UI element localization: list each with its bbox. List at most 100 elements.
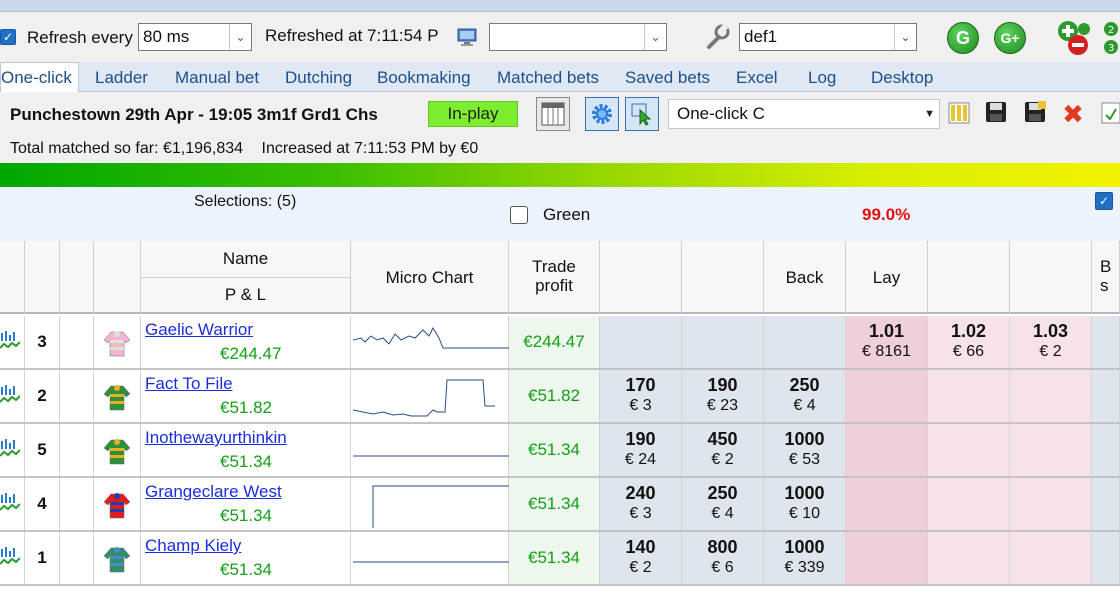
header-micro-chart[interactable]: Micro Chart [351, 241, 509, 314]
wrench-icon[interactable] [703, 23, 731, 51]
tab-excel[interactable]: Excel [736, 68, 778, 88]
chevron-down-icon[interactable]: ⌄ [644, 24, 666, 50]
green-checkbox[interactable] [510, 206, 528, 224]
back-price-cell[interactable]: 1000 € 53 [764, 424, 846, 476]
back-price-cell[interactable]: 1000 € 10 [764, 478, 846, 530]
monitor-icon[interactable] [456, 26, 478, 48]
lay-price-cell[interactable] [1010, 478, 1092, 530]
back-price-cell[interactable]: 190 € 23 [682, 370, 764, 422]
runner-row[interactable]: 1 Champ Kiely €51.34 €51.34 140 € 2 800 € 6 1000… [0, 532, 1120, 586]
lay-price-cell[interactable] [1010, 532, 1092, 584]
ladder-icon[interactable] [0, 330, 20, 354]
icon-cell[interactable] [0, 478, 25, 530]
runner-name-link[interactable]: Grangeclare West [145, 482, 282, 502]
name-cell[interactable]: Gaelic Warrior €244.47 [141, 316, 351, 368]
plus-minus-icon[interactable] [1056, 19, 1096, 57]
refresh-interval-combo[interactable]: 80 ms ⌄ [138, 23, 252, 51]
back-price-cell[interactable]: 190 € 24 [600, 424, 682, 476]
tab-log[interactable]: Log [808, 68, 836, 88]
header-lay[interactable]: Lay [846, 241, 928, 314]
ladder-icon[interactable] [0, 438, 20, 462]
runner-name-link[interactable]: Gaelic Warrior [145, 320, 253, 340]
save-add-icon[interactable] [1022, 101, 1048, 127]
columns-icon[interactable] [946, 101, 972, 127]
lay-price-cell[interactable] [846, 424, 928, 476]
chevron-down-icon[interactable]: ⌄ [229, 24, 251, 50]
back-price-cell[interactable] [600, 316, 682, 368]
profile-combo[interactable]: def1 ⌄ [739, 23, 917, 51]
header-back-3[interactable] [600, 241, 682, 314]
header-lay-2[interactable] [928, 241, 1010, 314]
back-price-cell[interactable]: 240 € 3 [600, 478, 682, 530]
back-price-cell[interactable]: 140 € 2 [600, 532, 682, 584]
back-price-cell[interactable]: 170 € 3 [600, 370, 682, 422]
lay-price-cell[interactable] [928, 424, 1010, 476]
extra-cell[interactable] [1092, 478, 1120, 530]
back-price-cell[interactable] [682, 316, 764, 368]
ladder-icon[interactable] [0, 492, 20, 516]
header-back[interactable]: Back [764, 241, 846, 314]
chevron-down-icon[interactable]: ▼ [924, 100, 935, 128]
icon-cell[interactable] [0, 370, 25, 422]
extra-cell[interactable] [1092, 424, 1120, 476]
runner-row[interactable]: 3 Gaelic Warrior €244.47 €244.47 1.01 € 8161 1… [0, 316, 1120, 370]
icon-cell[interactable] [0, 424, 25, 476]
lay-price-cell[interactable]: 1.03 € 2 [1010, 316, 1092, 368]
runner-row[interactable]: 4 Grangeclare West €51.34 €51.34 240 € 3 250 € … [0, 478, 1120, 532]
ladder-icon[interactable] [0, 384, 20, 408]
header-trade-profit[interactable]: Trade profit [509, 241, 600, 314]
extra-cell[interactable] [1092, 316, 1120, 368]
save-icon[interactable] [983, 101, 1009, 127]
lay-price-cell[interactable] [846, 478, 928, 530]
tab-saved-bets[interactable]: Saved bets [625, 68, 710, 88]
lay-price-cell[interactable] [1010, 370, 1092, 422]
tab-ladder[interactable]: Ladder [95, 68, 148, 88]
runner-row[interactable]: 5 Inothewayurthinkin €51.34 €51.34 190 € 24 45… [0, 424, 1120, 478]
lay-price-cell[interactable]: 1.02 € 66 [928, 316, 1010, 368]
extra-cell[interactable] [1092, 370, 1120, 422]
delete-icon[interactable]: ✖ [1060, 101, 1086, 127]
header-name[interactable]: Name [141, 241, 351, 278]
header-lay-3[interactable] [1010, 241, 1092, 314]
name-cell[interactable]: Inothewayurthinkin €51.34 [141, 424, 351, 476]
export-icon[interactable] [1100, 101, 1120, 127]
lay-price-cell[interactable] [846, 370, 928, 422]
tab-manual-bet[interactable]: Manual bet [175, 68, 259, 88]
right-checkbox[interactable]: ✓ [1095, 192, 1113, 210]
level-icon[interactable]: 23 [1101, 19, 1120, 57]
refresh-checkbox[interactable]: ✓ [0, 29, 16, 45]
grid-icon[interactable] [536, 97, 570, 131]
tab-bookmaking[interactable]: Bookmaking [377, 68, 471, 88]
lay-price-cell[interactable] [928, 532, 1010, 584]
header-pl[interactable]: P & L [141, 278, 351, 314]
lay-price-cell[interactable] [1010, 424, 1092, 476]
tab-matched-bets[interactable]: Matched bets [497, 68, 599, 88]
gear-icon[interactable] [585, 97, 619, 131]
market-combo[interactable]: ⌄ [489, 23, 667, 51]
extra-cell[interactable] [1092, 532, 1120, 584]
tab-desktop[interactable]: Desktop [871, 68, 933, 88]
name-cell[interactable]: Fact To File €51.82 [141, 370, 351, 422]
back-price-cell[interactable]: 800 € 6 [682, 532, 764, 584]
runner-name-link[interactable]: Fact To File [145, 374, 233, 394]
lay-price-cell[interactable] [846, 532, 928, 584]
view-combo[interactable]: One-click C ▼ [668, 99, 940, 129]
lay-price-cell[interactable] [928, 370, 1010, 422]
back-price-cell[interactable]: 1000 € 339 [764, 532, 846, 584]
chevron-down-icon[interactable]: ⌄ [894, 24, 916, 50]
name-cell[interactable]: Grangeclare West €51.34 [141, 478, 351, 530]
runner-name-link[interactable]: Champ Kiely [145, 536, 241, 556]
tab-dutching[interactable]: Dutching [285, 68, 352, 88]
back-price-cell[interactable] [764, 316, 846, 368]
icon-cell[interactable] [0, 316, 25, 368]
g-plus-icon[interactable]: G+ [994, 22, 1026, 54]
header-back-2[interactable] [682, 241, 764, 314]
icon-cell[interactable] [0, 532, 25, 584]
tab-one-click[interactable]: One-click [0, 62, 79, 93]
lay-price-cell[interactable]: 1.01 € 8161 [846, 316, 928, 368]
back-price-cell[interactable]: 250 € 4 [764, 370, 846, 422]
runner-name-link[interactable]: Inothewayurthinkin [145, 428, 287, 448]
cursor-icon[interactable] [625, 97, 659, 131]
header-cut-right[interactable]: B s [1092, 241, 1120, 314]
runner-row[interactable]: 2 Fact To File €51.82 €51.82 170 € 3 190 € 23 25… [0, 370, 1120, 424]
